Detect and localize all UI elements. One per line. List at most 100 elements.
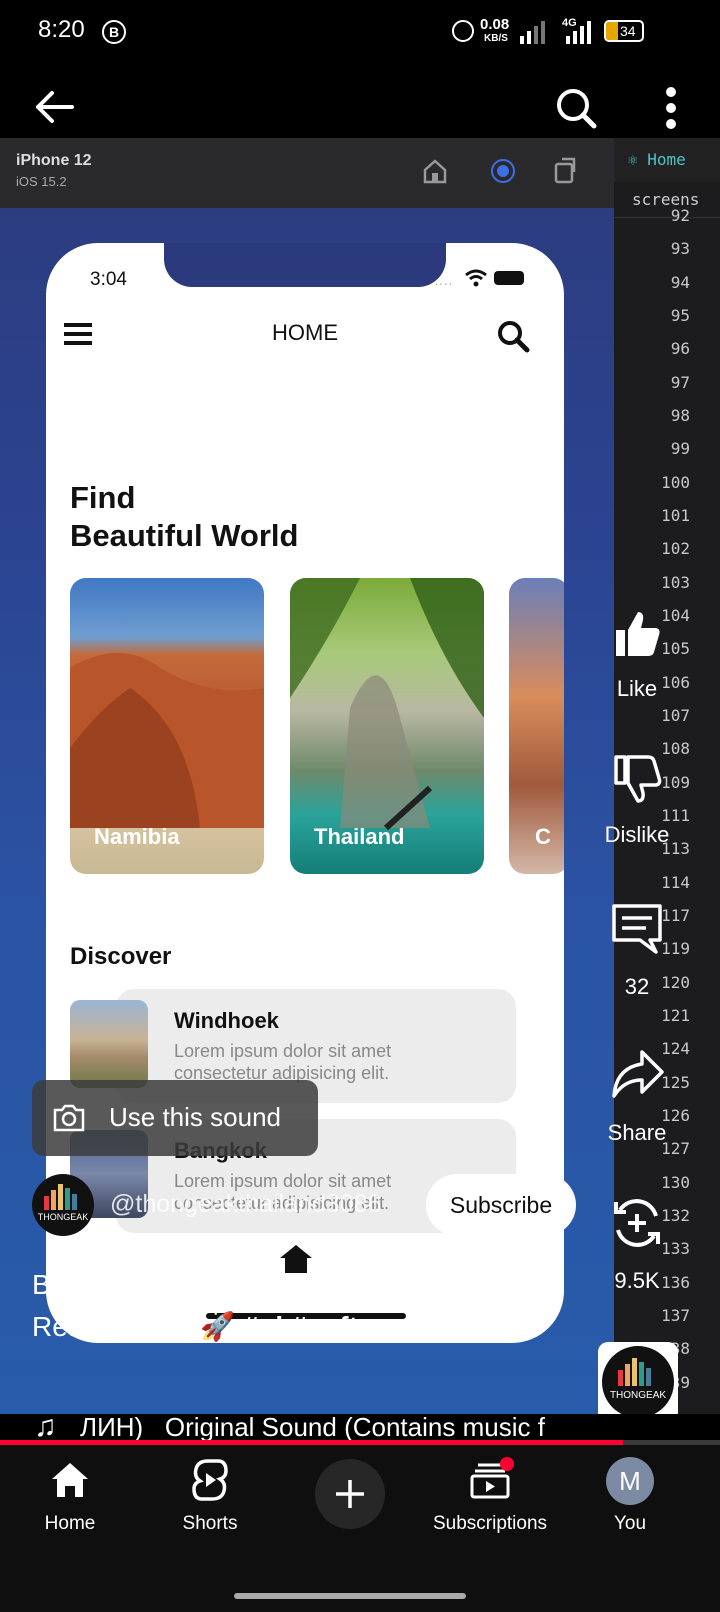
place-card-thailand[interactable]: Thailand bbox=[290, 578, 484, 874]
dislike-label: Dislike bbox=[604, 822, 670, 847]
nav-you[interactable]: M You bbox=[560, 1451, 700, 1541]
comments-button[interactable]: 32 bbox=[592, 902, 682, 1008]
equalizer-logo-icon bbox=[44, 1184, 77, 1210]
place-card-namibia[interactable]: Namibia bbox=[70, 578, 264, 874]
place-card-partial[interactable]: C bbox=[509, 578, 564, 874]
desc-line-1: Lorem ipsum dolor sit amet bbox=[174, 1171, 392, 1191]
title-line-2: React Native 🚀 #ui #softwared ... bbox=[32, 1306, 592, 1348]
dune-image bbox=[70, 653, 264, 828]
nav-shorts-label: Shorts bbox=[182, 1513, 238, 1534]
simulator-os: iOS 15.2 bbox=[16, 174, 67, 189]
net-speed-value: 0.08 bbox=[480, 16, 510, 33]
signal-icon bbox=[520, 21, 545, 44]
react-icon: ⚛ bbox=[628, 150, 648, 169]
dislike-button[interactable]: Dislike bbox=[592, 754, 682, 860]
net-speed-unit: KB/S bbox=[484, 33, 508, 44]
share-label: Share bbox=[607, 1120, 667, 1145]
alarm-icon bbox=[452, 20, 474, 42]
search-icon[interactable] bbox=[554, 86, 598, 130]
comment-icon bbox=[612, 904, 662, 954]
line-number: 98 bbox=[670, 406, 690, 425]
channel-avatar[interactable]: THONGEAK bbox=[32, 1174, 94, 1236]
sound-title: ЛИН) Original Sound (Contains music f bbox=[80, 1414, 545, 1442]
discover-item-desc: Lorem ipsum dolor sit amet consectetur a… bbox=[174, 1040, 434, 1084]
share-button[interactable]: Share bbox=[592, 1048, 682, 1154]
sound-disc-text: THONGEAK bbox=[609, 1390, 667, 1401]
phone-time: 3:04 bbox=[90, 269, 127, 290]
action-rail: Like Dislike 32 Share 9.5K bbox=[592, 598, 682, 1414]
simulator-device: iPhone 12 bbox=[16, 152, 92, 169]
comments-count: 32 bbox=[624, 974, 650, 999]
sound-disc[interactable]: THONGEAK bbox=[598, 1342, 678, 1414]
notification-icon: B bbox=[102, 20, 126, 44]
desc-line-1: Lorem ipsum dolor sit amet bbox=[174, 1041, 392, 1061]
subscribe-button[interactable]: Subscribe bbox=[426, 1174, 576, 1236]
nav-shorts[interactable]: Shorts bbox=[140, 1451, 280, 1541]
title-line-2-prefix: React Native 🚀 bbox=[32, 1311, 235, 1342]
title-line-1: Building a Simple Application UI with bbox=[32, 1269, 485, 1300]
line-number: 95 bbox=[670, 306, 690, 325]
nav-subscriptions-label: Subscriptions bbox=[432, 1513, 548, 1534]
more-options-icon[interactable] bbox=[664, 86, 678, 130]
channel-avatar-text: THONGEAK bbox=[37, 1212, 89, 1222]
rotate-icon bbox=[554, 157, 576, 184]
signal-icon-2 bbox=[566, 21, 591, 44]
editor-tab: ⚛ Home bbox=[614, 138, 720, 182]
nav-subscriptions[interactable]: Subscriptions bbox=[420, 1451, 560, 1541]
shorts-icon bbox=[192, 1459, 228, 1501]
subscribe-label: Subscribe bbox=[449, 1192, 553, 1218]
remix-icon bbox=[614, 1199, 660, 1247]
like-label: Like bbox=[616, 676, 658, 701]
place-name: Namibia bbox=[94, 824, 180, 849]
camera-icon bbox=[53, 1104, 85, 1132]
editor-tab-label: Home bbox=[647, 150, 686, 169]
create-button[interactable] bbox=[315, 1459, 385, 1529]
notification-badge bbox=[500, 1457, 514, 1471]
title-hashtags: #ui #softwared ... bbox=[242, 1311, 470, 1342]
video-title[interactable]: Building a Simple Application UI with Re… bbox=[32, 1264, 592, 1348]
app-headline: Find Beautiful World bbox=[70, 479, 298, 555]
use-sound-label: Use this sound bbox=[109, 1102, 281, 1132]
use-sound-button[interactable]: Use this sound bbox=[32, 1080, 318, 1156]
sound-bar[interactable]: ♫ ЛИН) Original Sound (Contains music f bbox=[0, 1414, 590, 1442]
nav-you-label: You bbox=[613, 1513, 647, 1534]
nav-home[interactable]: Home bbox=[0, 1451, 140, 1541]
music-note-icon: ♫ bbox=[34, 1414, 57, 1442]
wifi-icon bbox=[465, 269, 487, 287]
share-icon bbox=[612, 1050, 664, 1098]
simulator-toolbar: iPhone 12 iOS 15.2 bbox=[0, 138, 614, 208]
cellular-dots-icon: ···· bbox=[434, 275, 453, 291]
back-arrow-icon[interactable] bbox=[34, 90, 74, 124]
line-number: 97 bbox=[670, 372, 690, 392]
thumbs-up-icon bbox=[616, 612, 660, 656]
place-name: Thailand bbox=[314, 824, 405, 849]
remix-button[interactable]: 9.5K bbox=[592, 1196, 682, 1302]
gesture-bar bbox=[234, 1593, 466, 1599]
create-icon bbox=[336, 1480, 364, 1508]
channel-handle[interactable]: @thongeakthailand3086 bbox=[110, 1190, 381, 1219]
app-header-title: HOME bbox=[272, 320, 338, 345]
line-number: 96 bbox=[670, 339, 690, 359]
line-number: 92 bbox=[670, 206, 690, 225]
status-bar: 8:20 B 0.08 KB/S 4G 34 bbox=[0, 0, 720, 66]
app-search-icon[interactable] bbox=[496, 319, 530, 353]
avatar: M bbox=[606, 1457, 654, 1505]
short-video[interactable]: iPhone 12 iOS 15.2 3:04 ···· HOME Find B… bbox=[0, 138, 720, 1414]
line-number: 94 bbox=[670, 272, 690, 292]
line-number: 99 bbox=[670, 439, 690, 459]
line-number: 103 bbox=[661, 572, 690, 592]
phone-notch bbox=[164, 243, 446, 287]
headline-line-1: Find bbox=[70, 480, 136, 515]
discover-title: Discover bbox=[70, 943, 172, 970]
status-time: 8:20 bbox=[38, 16, 85, 43]
headline-line-2: Beautiful World bbox=[70, 518, 299, 553]
bottom-nav: Home Shorts Subscriptions M You bbox=[0, 1445, 720, 1612]
line-number: 101 bbox=[661, 506, 690, 525]
discover-item-name: Windhoek bbox=[174, 1008, 279, 1033]
equalizer-logo-icon bbox=[618, 1358, 651, 1386]
remix-count: 9.5K bbox=[614, 1268, 660, 1293]
like-button[interactable]: Like bbox=[592, 598, 682, 704]
thumbs-down-icon bbox=[614, 755, 662, 803]
discover-thumb bbox=[70, 1000, 148, 1088]
battery-level: 34 bbox=[620, 23, 636, 39]
